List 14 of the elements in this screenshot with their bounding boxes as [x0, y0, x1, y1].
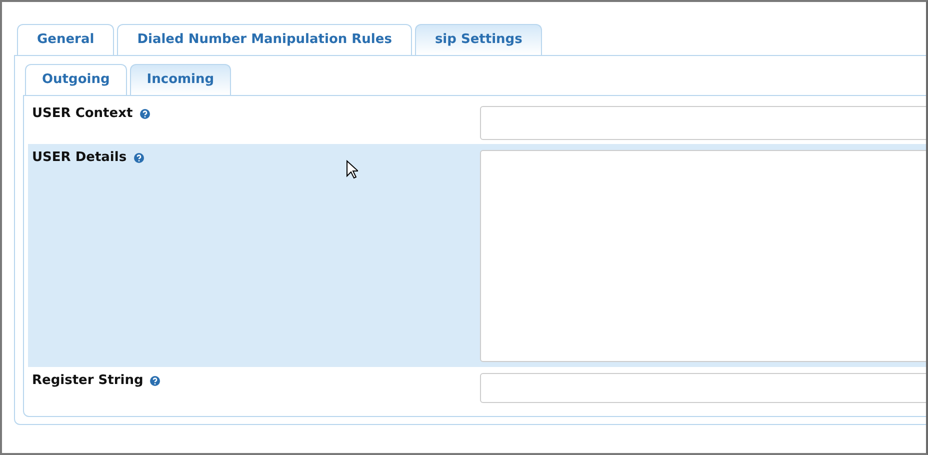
- tab[interactable]: Outgoing: [25, 64, 127, 95]
- field-label: USER Details: [32, 150, 127, 165]
- input-field[interactable]: [480, 373, 926, 403]
- tab[interactable]: General: [17, 24, 114, 55]
- input-field[interactable]: [480, 106, 926, 140]
- tab[interactable]: sip Settings: [414, 24, 542, 55]
- tab[interactable]: Incoming: [130, 64, 232, 95]
- mouse-pointer-icon: [346, 160, 358, 179]
- help-icon[interactable]: [140, 109, 150, 119]
- field-label: USER Context: [32, 106, 133, 121]
- field-label: Register String: [32, 373, 144, 388]
- tab[interactable]: Dialed Number Manipulation Rules: [117, 24, 412, 55]
- help-icon[interactable]: [150, 376, 160, 386]
- help-icon[interactable]: [134, 153, 144, 163]
